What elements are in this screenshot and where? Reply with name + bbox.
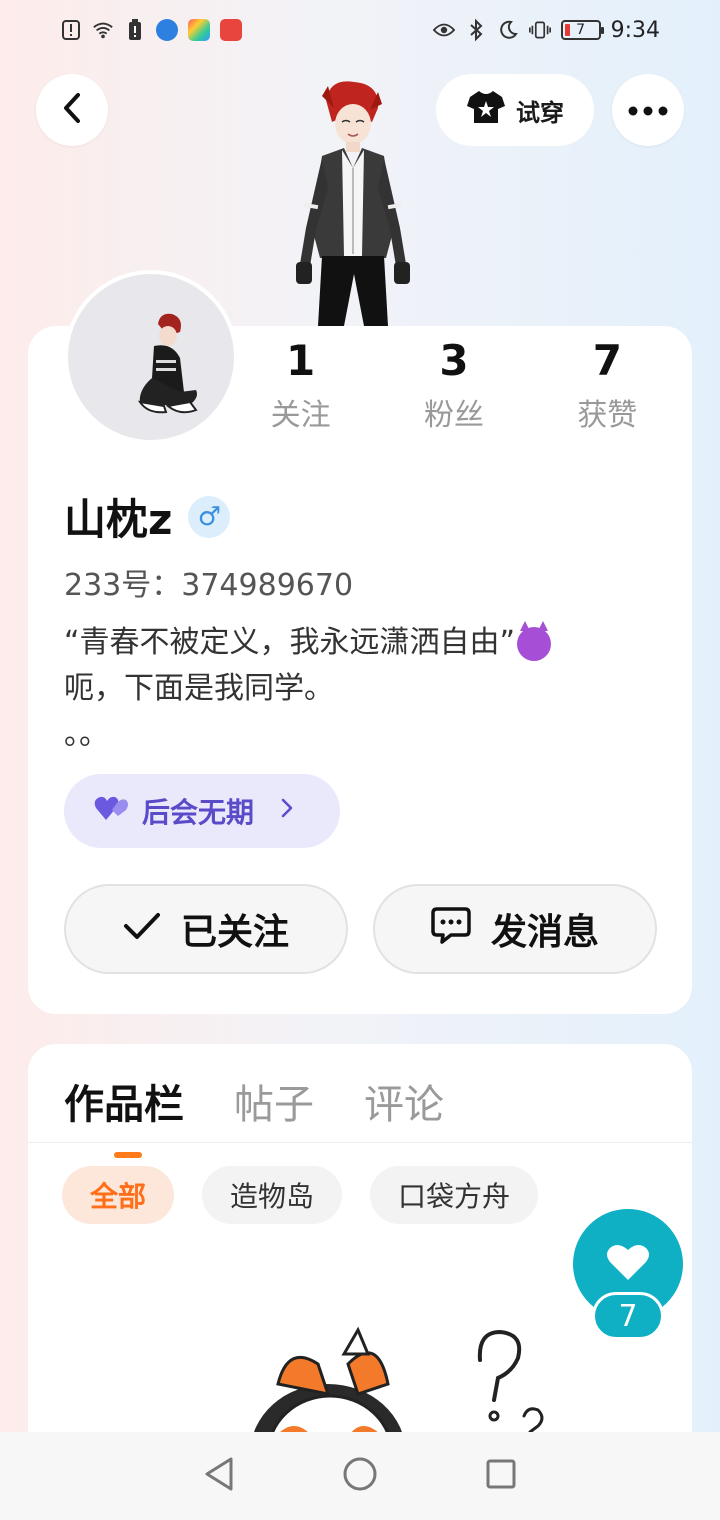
chip-pocket-ark[interactable]: 口袋方舟 [370,1166,539,1224]
nav-home-button[interactable] [342,1456,378,1496]
user-id: 233号：374989670 [64,568,354,603]
character-avatar-figure [282,78,422,326]
heart-icon [606,1242,650,1286]
chip-all[interactable]: 全部 [62,1166,175,1224]
bluetooth-icon [465,19,487,41]
bio: “青春不被定义，我永远潇洒自由” 呃，下面是我同学。 。。 [64,620,664,758]
nav-back-button[interactable] [203,1456,235,1496]
tab-works[interactable]: 作品栏 [64,1072,184,1158]
clock: 9:34 [610,17,660,43]
bio-line-3: 。。 [64,717,109,752]
stat-likes-count: 7 [592,336,622,385]
stat-followers-label: 粉丝 [423,398,484,434]
stat-likes-label: 获赞 [577,398,638,434]
filter-chips: 全部 造物岛 口袋方舟 [62,1166,539,1224]
stat-likes[interactable]: 7 获赞 [531,336,684,446]
group-badge-label: 后会无期 [142,796,255,829]
bio-line-1-text: “青春不被定义，我永远潇洒自由” [64,625,516,660]
alert-icon [60,19,82,41]
chevron-right-icon [280,796,294,826]
bio-line-1: “青春不被定义，我永远潇洒自由” [64,620,664,666]
stat-followers[interactable]: 3 粉丝 [377,336,530,446]
moon-icon [497,19,519,41]
more-options-button[interactable] [612,74,684,146]
system-navigation-bar [0,1432,720,1520]
app-icon-multicolor [188,19,210,41]
checkmark-icon [123,909,161,950]
back-button[interactable] [36,74,108,146]
chip-creation-island[interactable]: 造物岛 [202,1166,343,1224]
stat-following[interactable]: 1 关注 [224,336,377,446]
followed-button[interactable]: 已关注 [64,884,348,974]
send-message-button[interactable]: 发消息 [373,884,657,974]
chat-bubble-icon [431,906,471,953]
tab-divider [28,1142,692,1143]
tshirt-icon [466,89,506,131]
content-tabs: 作品栏 帖子 评论 [64,1072,444,1158]
nav-recents-button[interactable] [485,1458,517,1494]
status-left-icons [60,19,242,41]
profile-stats: 1 关注 3 粉丝 7 获赞 [224,336,684,446]
status-right-icons: 7 9:34 [432,17,660,43]
battery-indicator: 7 [560,20,604,40]
battery-level: 7 [576,22,586,38]
send-message-label: 发消息 [490,912,599,953]
vibrate-icon [528,19,551,41]
devil-emoji-icon [517,620,552,661]
app-icon-blue [156,19,178,41]
status-bar: 7 9:34 [0,0,720,60]
male-gender-icon: ♂ [188,495,231,538]
like-count-badge: 7 [592,1292,664,1340]
username: 山枕z [64,495,173,544]
stat-following-count: 1 [286,336,316,385]
group-badge[interactable]: 后会无期 [64,774,340,848]
stat-followers-count: 3 [439,336,469,385]
double-heart-icon [94,794,130,829]
avatar[interactable] [64,270,238,444]
wifi-icon [92,19,114,41]
try-on-button[interactable]: 试穿 [436,74,594,146]
tab-comments[interactable]: 评论 [364,1072,444,1130]
eye-icon [432,19,455,41]
try-on-label: 试穿 [516,98,564,127]
username-row: 山枕z ♂ [64,486,231,547]
chevron-left-icon [60,92,84,128]
app-icon-red [220,19,242,41]
tab-posts[interactable]: 帖子 [234,1072,314,1130]
stat-following-label: 关注 [270,398,331,434]
more-dots-icon [628,101,668,120]
bio-line-2: 呃，下面是我同学。 [64,671,334,706]
followed-label: 已关注 [180,912,289,953]
battery-warning-icon [124,19,146,41]
